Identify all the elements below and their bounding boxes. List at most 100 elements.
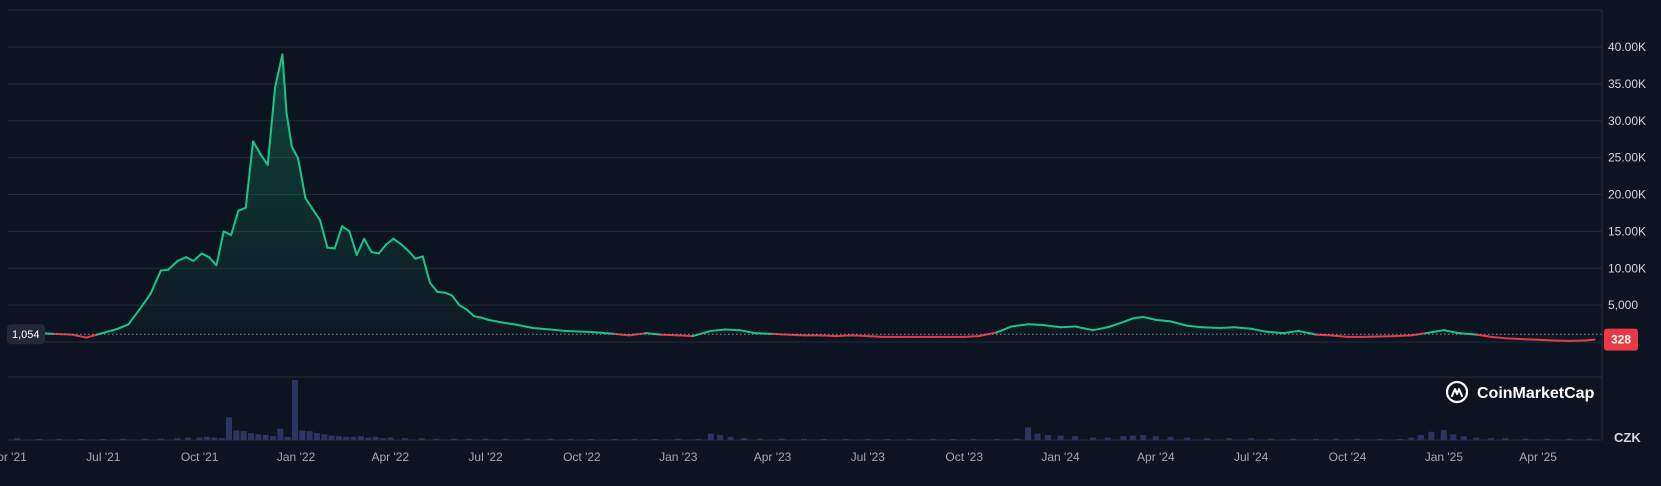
volume-bar <box>433 438 440 440</box>
price-line-segment <box>1393 334 1413 338</box>
x-tick-label: Apr '21 <box>0 450 27 464</box>
volume-bar <box>588 439 595 440</box>
price-line-segment <box>1583 338 1596 342</box>
volume-bar <box>611 439 618 440</box>
volume-bar <box>1226 438 1233 440</box>
volume-bar <box>203 436 210 440</box>
volume-bar <box>993 439 1000 440</box>
price-line-segment <box>659 333 680 337</box>
start-value-badge: 1,054 <box>7 324 45 345</box>
y-tick-label: 10.00K <box>1608 261 1646 275</box>
volume-bar <box>1428 431 1435 440</box>
price-line-segment <box>850 334 869 338</box>
volume-bar <box>357 436 364 440</box>
price-line-segment <box>835 334 853 338</box>
volume-bar <box>1417 434 1424 440</box>
x-tick-label: Apr '22 <box>371 450 409 464</box>
volume-bar <box>247 433 254 440</box>
volume-bar <box>387 437 394 440</box>
price-line-segment <box>436 290 446 294</box>
volume-bar <box>1184 437 1191 440</box>
x-tick-label: Jul '23 <box>851 450 886 464</box>
volume-bar <box>1473 437 1480 440</box>
x-tick-label: Apr '24 <box>1137 450 1175 464</box>
brand-name: CoinMarketCap <box>1477 385 1595 402</box>
x-tick-label: Oct '23 <box>945 450 983 464</box>
volume-bar <box>100 439 107 440</box>
volume-bar <box>842 439 849 440</box>
volume-bar <box>1396 439 1403 440</box>
volume-bar <box>1204 438 1211 440</box>
volume-bar <box>1034 433 1041 440</box>
price-line-segment <box>1519 338 1540 341</box>
price-line-segment <box>1504 337 1522 341</box>
volume-bar <box>36 439 43 440</box>
volume-bar <box>524 438 531 440</box>
volume-bar <box>335 436 342 440</box>
volume-bar <box>218 438 225 440</box>
currency-label: CZK <box>1614 430 1641 445</box>
volume-bar <box>211 437 218 440</box>
price-line-segment <box>866 335 884 338</box>
volume-bar <box>820 439 827 440</box>
volume-bar <box>695 439 702 440</box>
volume-bar <box>949 439 956 440</box>
volume-bar <box>365 437 372 440</box>
volume-bar <box>1044 434 1051 440</box>
y-tick-label: 15.00K <box>1608 224 1646 238</box>
volume-bar <box>321 434 328 440</box>
volume-bar <box>482 438 489 440</box>
price-line-segment <box>963 335 980 338</box>
y-tick-label: 25.00K <box>1608 151 1646 165</box>
volume-bar <box>1025 427 1032 440</box>
volume-bar <box>1450 434 1457 440</box>
volume-bar <box>1332 438 1339 440</box>
price-line-segment <box>724 328 742 332</box>
price-line-segment <box>677 334 694 338</box>
x-tick-label: Jan '24 <box>1041 450 1080 464</box>
volume-bar <box>174 438 181 440</box>
volume-bar <box>1353 438 1360 440</box>
volume-bar <box>906 439 913 440</box>
x-tick-label: Apr '25 <box>1519 450 1557 464</box>
volume-bar <box>1566 438 1573 440</box>
volume-bar <box>233 430 240 440</box>
volume-bar <box>1072 436 1079 440</box>
volume-bar <box>262 434 269 440</box>
volume-bar <box>652 439 659 440</box>
volume-bar <box>547 438 554 440</box>
x-tick-label: Apr '23 <box>754 450 792 464</box>
volume-bar <box>451 438 458 440</box>
volume-bar <box>1057 435 1064 440</box>
volume-bar <box>255 434 262 440</box>
volume-bar <box>1408 437 1415 440</box>
volume-bar <box>465 438 472 440</box>
current-price-label: 328 <box>1611 333 1631 347</box>
volume-bar <box>185 437 192 440</box>
price-chart[interactable]: 5,000 10.00K 15.00K 20.00K 25.00K 30.00K 35.00… <box>0 0 1661 486</box>
price-line-segment <box>326 246 336 250</box>
start-value-label: 1,054 <box>12 329 40 341</box>
volume-bar <box>225 417 232 440</box>
volume-bar <box>1167 436 1174 440</box>
volume-bar <box>157 438 164 440</box>
volume-bar <box>291 380 298 440</box>
volume-bar <box>929 439 936 440</box>
volume-bar <box>313 433 320 440</box>
volume-bar <box>1140 434 1147 440</box>
volume-bar <box>717 434 724 440</box>
volume-bar <box>1120 436 1127 440</box>
volume-bar <box>1313 438 1320 440</box>
y-tick-label: 30.00K <box>1608 114 1646 128</box>
volume-bar <box>240 431 247 440</box>
volume-bar <box>1268 438 1275 440</box>
volume-bar <box>864 439 871 440</box>
price-line-segment <box>159 268 170 272</box>
volume-bar <box>1522 438 1529 440</box>
volume-bar <box>970 439 977 440</box>
price-line-segment <box>786 333 805 337</box>
volume-bar <box>328 435 335 440</box>
volume-bar <box>741 438 748 440</box>
volume-bar <box>1152 436 1159 440</box>
volume-bar <box>1104 437 1111 440</box>
